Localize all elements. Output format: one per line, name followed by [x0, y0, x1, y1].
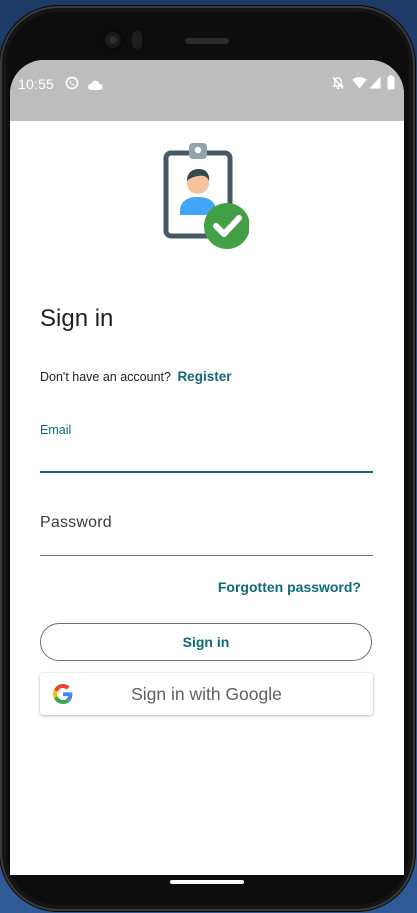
status-time: 10:55: [18, 76, 55, 92]
front-camera: [102, 29, 124, 51]
register-prompt: Don't have an account?: [40, 370, 171, 384]
notifications-off-icon: [331, 76, 345, 95]
gesture-navigation-bar[interactable]: [170, 880, 244, 884]
wifi-icon: [352, 76, 367, 94]
whatsapp-icon: [65, 76, 79, 95]
screen: 10:55 Sign in Don't have an account? Reg…: [10, 60, 404, 875]
register-link[interactable]: Register: [177, 369, 231, 384]
proximity-sensor: [132, 31, 142, 49]
sign-in-button[interactable]: Sign in: [40, 623, 372, 661]
email-field[interactable]: [40, 443, 373, 473]
earpiece-speaker: [185, 38, 229, 44]
google-sign-in-button[interactable]: Sign in with Google: [40, 673, 373, 715]
status-bar: 10:55: [10, 60, 404, 121]
cloud-icon: [87, 78, 103, 96]
password-label: Password: [40, 514, 112, 531]
id-badge-verified-icon: [163, 141, 250, 253]
signal-icon: [369, 76, 381, 94]
password-field[interactable]: Password: [40, 511, 373, 556]
email-label: Email: [40, 423, 72, 437]
register-row: Don't have an account? Register: [40, 369, 231, 384]
battery-icon: [387, 75, 395, 95]
sign-in-page: Sign in Don't have an account? Register …: [10, 121, 404, 875]
google-button-label: Sign in with Google: [131, 684, 282, 704]
page-title: Sign in: [40, 305, 114, 332]
forgot-password-link[interactable]: Forgotten password?: [218, 579, 361, 595]
